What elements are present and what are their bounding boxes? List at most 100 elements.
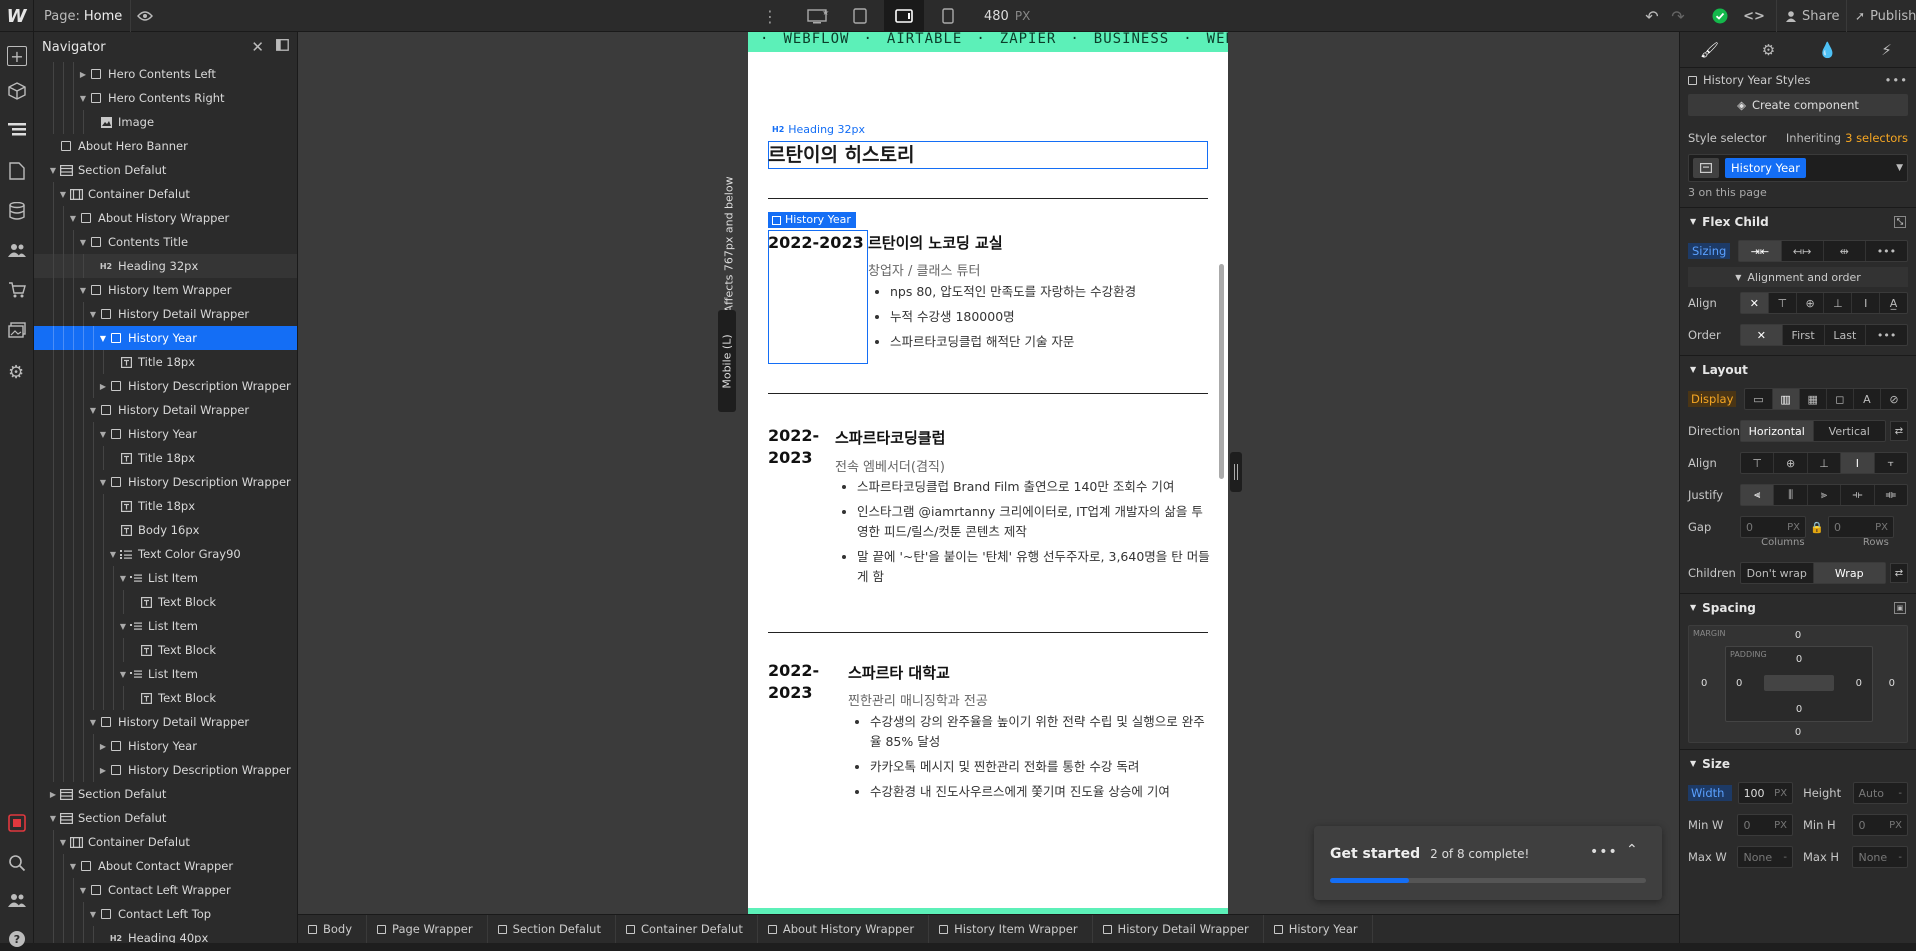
sizing-options[interactable]: ⇥⇤ ↤↦ ⇹ ••• (1738, 240, 1908, 262)
caret-down-icon[interactable]: ▼ (98, 430, 108, 439)
more-vertical-icon[interactable]: ⋮ (762, 0, 778, 32)
layout-section-header[interactable]: ▼ Layout (1680, 355, 1916, 383)
align-stretch-icon[interactable]: Ⅰ (1852, 293, 1881, 313)
breadcrumb-item[interactable]: History Year (1264, 915, 1373, 943)
section-heading[interactable]: 르탄이의 히스토리 (768, 142, 1208, 170)
navigator-item[interactable]: Title 18px (34, 494, 297, 518)
caret-down-icon[interactable]: ▼ (68, 862, 78, 871)
users-icon[interactable] (8, 242, 26, 261)
canvas-width-readout[interactable]: 480 PX (984, 0, 1030, 32)
navigator-item[interactable]: ▼ Contact Left Wrapper (34, 878, 297, 902)
undo-icon[interactable]: ↶ (1640, 0, 1664, 32)
caret-down-icon[interactable]: ▼ (98, 478, 108, 487)
lock-icon[interactable]: 🔒 (1806, 521, 1828, 534)
spacing-section-header[interactable]: ▼ Spacing ▣ (1680, 593, 1916, 621)
list-item[interactable]: 수강생의 강의 완주율을 높이기 위한 전략 수립 및 실행으로 완주율 85%… (870, 712, 1208, 752)
list-item[interactable]: 스파르타코딩클럽 Brand Film 출연으로 140만 조회수 기여 (857, 477, 1211, 497)
flex-child-section-header[interactable]: ▼ Flex Child ⤡ (1680, 207, 1916, 235)
more-horizontal-icon[interactable]: ••• (1590, 844, 1618, 860)
publish-button[interactable]: ➚ Publish (1846, 0, 1916, 32)
justify-center-icon[interactable]: ⫼ (1774, 485, 1808, 505)
navigator-item[interactable]: ▼ List Item (34, 614, 297, 638)
display-none-icon[interactable]: ⊘ (1881, 389, 1907, 409)
audit-warning-icon[interactable] (8, 814, 26, 835)
history-bullet-list[interactable]: 수강생의 강의 완주율을 높이기 위한 전략 수립 및 실행으로 완주율 85%… (854, 712, 1208, 807)
wrap-reverse-icon[interactable]: ⇄ (1890, 563, 1908, 583)
breadcrumb-item[interactable]: History Item Wrapper (929, 915, 1093, 943)
navigator-item[interactable]: Text Block (34, 638, 297, 662)
caret-down-icon[interactable]: ▼ (118, 622, 128, 631)
more-horizontal-icon[interactable]: ••• (1866, 241, 1907, 261)
pages-icon[interactable] (9, 162, 25, 183)
style-brush-icon[interactable]: 🖌 (1680, 32, 1739, 67)
share-button[interactable]: Share (1776, 0, 1840, 32)
caret-down-icon[interactable]: ▼ (88, 406, 98, 415)
min-width-input[interactable]: 0 PX (1737, 814, 1793, 836)
align-self-options[interactable]: ✕ ⊤ ⊕ ⊥ Ⅰ A̲ (1740, 292, 1908, 314)
history-bullet-list[interactable]: 스파르타코딩클럽 Brand Film 출연으로 140만 조회수 기여 인스타… (841, 477, 1211, 592)
list-item[interactable]: 말 끝에 '~탄'을 붙이는 '탄체' 유행 선두주자로, 3,640명을 탄 … (857, 547, 1211, 587)
caret-down-icon[interactable]: ▼ (68, 214, 78, 223)
max-height-input[interactable]: None - (1852, 846, 1908, 868)
navigator-item[interactable]: ▶ History Description Wrapper (34, 374, 297, 398)
breadcrumb-item[interactable]: Container Defalut (616, 915, 758, 943)
navigator-item[interactable]: Text Block (34, 686, 297, 710)
margin-right-value[interactable]: 0 (1889, 678, 1895, 689)
display-inline-block-icon[interactable]: ◻ (1827, 389, 1854, 409)
display-options[interactable]: ▭ ▥ ▦ ◻ A ⊘ (1744, 388, 1908, 410)
align-stretch-icon[interactable]: Ⅰ (1841, 453, 1875, 473)
assets-images-icon[interactable] (8, 322, 26, 341)
get-started-card[interactable]: Get started 2 of 8 complete! ••• ⌃ (1314, 826, 1662, 900)
redo-icon[interactable]: ↷ (1666, 0, 1690, 32)
display-label[interactable]: Display (1688, 391, 1737, 407)
more-horizontal-icon[interactable]: ••• (1866, 325, 1907, 345)
justify-between-icon[interactable]: ⟛ (1841, 485, 1875, 505)
navigator-item[interactable]: ▼ Section Defalut (34, 158, 297, 182)
chevron-up-icon[interactable]: ⌃ (1626, 842, 1638, 858)
no-shrink-icon[interactable]: ⇹ (1824, 241, 1866, 261)
ecommerce-cart-icon[interactable] (8, 282, 26, 301)
webflow-logo[interactable]: W (0, 0, 34, 32)
canvas-resize-handle[interactable] (1230, 452, 1242, 492)
navigator-item[interactable]: Text Block (34, 590, 297, 614)
selector-state-icon[interactable] (1693, 158, 1719, 178)
cms-database-icon[interactable] (9, 201, 25, 223)
close-icon[interactable]: ✕ (251, 38, 264, 56)
caret-down-icon[interactable]: ▼ (78, 238, 88, 247)
min-height-input[interactable]: 0 PX (1852, 814, 1908, 836)
caret-down-icon[interactable]: ▼ (48, 814, 58, 823)
caret-down-icon[interactable]: ▼ (118, 670, 128, 679)
caret-right-icon[interactable]: ▶ (78, 70, 88, 79)
none-x-icon[interactable]: ✕ (1741, 293, 1769, 313)
caret-down-icon[interactable]: ▼ (78, 94, 88, 103)
navigator-item[interactable]: Image (34, 110, 297, 134)
history-title[interactable]: 스파르타코딩클럽 (835, 427, 945, 448)
style-manager-drops-icon[interactable]: 💧 (1798, 32, 1857, 67)
collaborators-icon[interactable] (8, 892, 26, 911)
align-end-icon[interactable]: ⊥ (1824, 293, 1853, 313)
dont-wrap[interactable]: Don't wrap (1741, 563, 1814, 583)
navigator-item[interactable]: ▼ Container Defalut (34, 830, 297, 854)
caret-down-icon[interactable]: ▼ (58, 838, 68, 847)
help-icon[interactable]: ? (8, 930, 26, 951)
page-preview[interactable]: · WEBFLOW · AIRTABLE · ZAPIER · BUSINESS · WE… (748, 32, 1228, 914)
caret-down-icon[interactable]: ▼ (58, 190, 68, 199)
caret-down-icon[interactable]: ▼ (108, 550, 118, 559)
inheriting-count[interactable]: 3 selectors (1845, 131, 1908, 145)
page-scrollbar[interactable] (1219, 264, 1224, 479)
selector-chip[interactable]: History Year (1725, 158, 1806, 178)
breadcrumb-item[interactable]: Page Wrapper (367, 915, 488, 943)
history-title[interactable]: 스파르타 대학교 (848, 662, 950, 683)
history-role[interactable]: 창업자 / 클래스 튜터 (868, 260, 980, 279)
navigator-item[interactable]: H2 Heading 40px (34, 926, 297, 943)
align-items-options[interactable]: ⊤ ⊕ ⊥ Ⅰ ⫟ (1740, 452, 1908, 474)
tablet-breakpoint-icon[interactable] (842, 0, 878, 32)
page-selector[interactable]: Page: Home (44, 0, 122, 32)
align-center-icon[interactable]: ⊕ (1797, 293, 1825, 313)
components-cube-icon[interactable] (8, 82, 26, 103)
caret-down-icon[interactable]: ▼ (88, 310, 98, 319)
mobile-landscape-breakpoint-icon[interactable] (884, 0, 924, 32)
align-start-icon[interactable]: ⊤ (1741, 453, 1775, 473)
gap-columns-input[interactable]: 0 PX (1740, 516, 1806, 538)
history-year[interactable]: 2022- 2023 (768, 660, 828, 704)
